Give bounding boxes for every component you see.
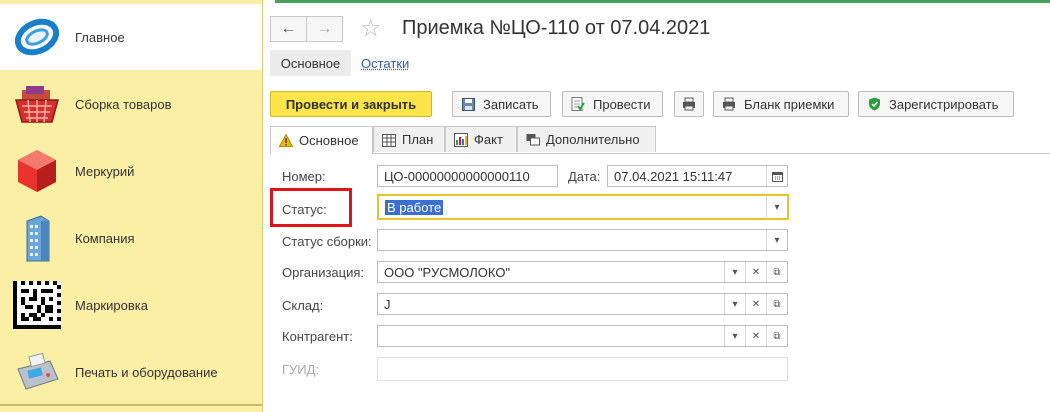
warehouse-label: Склад: (282, 298, 324, 313)
pos-terminal-icon (10, 345, 64, 399)
status-select[interactable]: В работе ▾ (377, 194, 789, 220)
open-icon[interactable]: ⧉ (766, 326, 787, 346)
chevron-down-icon[interactable]: ▾ (724, 262, 745, 282)
counterparty-field[interactable]: ▾ ✕ ⧉ (377, 325, 788, 347)
tab-fact[interactable]: Факт (445, 126, 517, 152)
sidebar-divider (0, 404, 262, 406)
basket-icon (10, 77, 64, 131)
sidebar: Главное Сборка товаров Меркурий Компания… (0, 0, 263, 412)
chart-icon (454, 132, 468, 147)
chat-icon (526, 133, 540, 147)
sidebar-item-mercury[interactable]: Меркурий (0, 138, 262, 204)
sidebar-item-label: Меркурий (75, 163, 135, 179)
printer-icon (722, 97, 736, 111)
back-button[interactable]: ← (270, 16, 307, 42)
tab-main[interactable]: Основное (270, 126, 373, 154)
chevron-down-icon[interactable]: ▾ (766, 197, 787, 217)
tab-panel-border (270, 153, 1050, 154)
sidebar-item-print[interactable]: Печать и оборудование (0, 339, 262, 405)
sidebar-item-label: Сборка товаров (75, 96, 172, 112)
assembly-status-label: Статус сборки: (282, 234, 372, 249)
clear-icon[interactable]: ✕ (745, 294, 766, 314)
print-button[interactable] (674, 91, 704, 117)
sidebar-item-label: Печать и оборудование (75, 364, 218, 380)
tab-label: Факт (474, 132, 503, 147)
write-button[interactable]: Записать (452, 91, 551, 117)
number-field[interactable]: ЦО-00000000000000110 (377, 165, 558, 187)
post-and-close-button[interactable]: Провести и закрыть (270, 91, 432, 117)
warning-icon (279, 134, 293, 147)
home-swirl-icon (10, 10, 64, 64)
organization-field[interactable]: ООО "РУСМОЛОКО" ▾ ✕ ⧉ (377, 261, 788, 283)
red-cube-icon (10, 144, 64, 198)
sidebar-item-label: Компания (75, 230, 135, 246)
counterparty-label: Контрагент: (282, 329, 353, 344)
sidebar-item-marking[interactable]: Маркировка (0, 272, 262, 338)
tab-label: Основное (299, 133, 359, 148)
guid-label: ГУИД: (282, 362, 320, 377)
warehouse-value: J (384, 296, 391, 312)
tab-plan[interactable]: План (373, 126, 445, 152)
number-label: Номер: (282, 169, 326, 184)
save-icon (461, 97, 475, 111)
shield-icon (867, 97, 881, 111)
number-value: ЦО-00000000000000110 (384, 168, 530, 184)
tab-additional[interactable]: Дополнительно (517, 126, 656, 152)
sidebar-item-assembly[interactable]: Сборка товаров (0, 71, 262, 137)
post-label: Провести (593, 96, 651, 112)
guid-field (377, 357, 788, 381)
organization-value: ООО "РУСМОЛОКО" (384, 264, 511, 280)
open-icon[interactable]: ⧉ (766, 262, 787, 282)
forward-button[interactable]: → (306, 16, 343, 42)
arrow-right-icon: → (316, 20, 333, 37)
date-label: Дата: (568, 169, 601, 184)
register-button[interactable]: Зарегистрировать (858, 91, 1014, 117)
register-label: Зарегистрировать (889, 96, 999, 112)
favorite-star-icon[interactable]: ☆ (360, 14, 382, 43)
assembly-status-select[interactable]: ▾ (377, 229, 788, 251)
printer-icon (682, 97, 696, 111)
open-icon[interactable]: ⧉ (766, 294, 787, 314)
status-label: Статус: (282, 202, 327, 217)
organization-label: Организация: (282, 265, 365, 280)
acceptance-form-label: Бланк приемки (744, 96, 835, 112)
post-button[interactable]: Провести (562, 91, 663, 117)
arrow-left-icon: ← (280, 20, 297, 37)
write-label: Записать (483, 96, 539, 112)
tab-label: План (402, 132, 434, 147)
datamatrix-icon (10, 278, 64, 332)
chevron-down-icon[interactable]: ▾ (724, 326, 745, 346)
post-document-icon (571, 97, 585, 111)
status-value: В работе (385, 199, 444, 215)
active-window-indicator (275, 0, 1050, 3)
page-title: Приемка №ЦО-110 от 07.04.2021 (402, 17, 711, 39)
building-icon (10, 211, 64, 265)
plan-table-icon (382, 133, 396, 147)
date-value: 07.04.2021 15:11:47 (614, 168, 733, 184)
sidebar-item-label: Маркировка (75, 297, 148, 313)
clear-icon[interactable]: ✕ (745, 326, 766, 346)
sidebar-item-main[interactable]: Главное (0, 4, 262, 70)
calendar-icon[interactable] (766, 166, 787, 186)
chevron-down-icon[interactable]: ▾ (724, 294, 745, 314)
sidebar-item-label: Главное (75, 29, 125, 45)
date-field[interactable]: 07.04.2021 15:11:47 (607, 165, 788, 187)
subtab-balances-link[interactable]: Остатки (361, 56, 409, 71)
clear-icon[interactable]: ✕ (745, 262, 766, 282)
sidebar-item-company[interactable]: Компания (0, 205, 262, 271)
chevron-down-icon[interactable]: ▾ (766, 230, 787, 250)
subtab-main[interactable]: Основное (270, 50, 351, 76)
tab-label: Дополнительно (546, 132, 640, 147)
warehouse-field[interactable]: J ▾ ✕ ⧉ (377, 293, 788, 315)
acceptance-form-button[interactable]: Бланк приемки (713, 91, 849, 117)
